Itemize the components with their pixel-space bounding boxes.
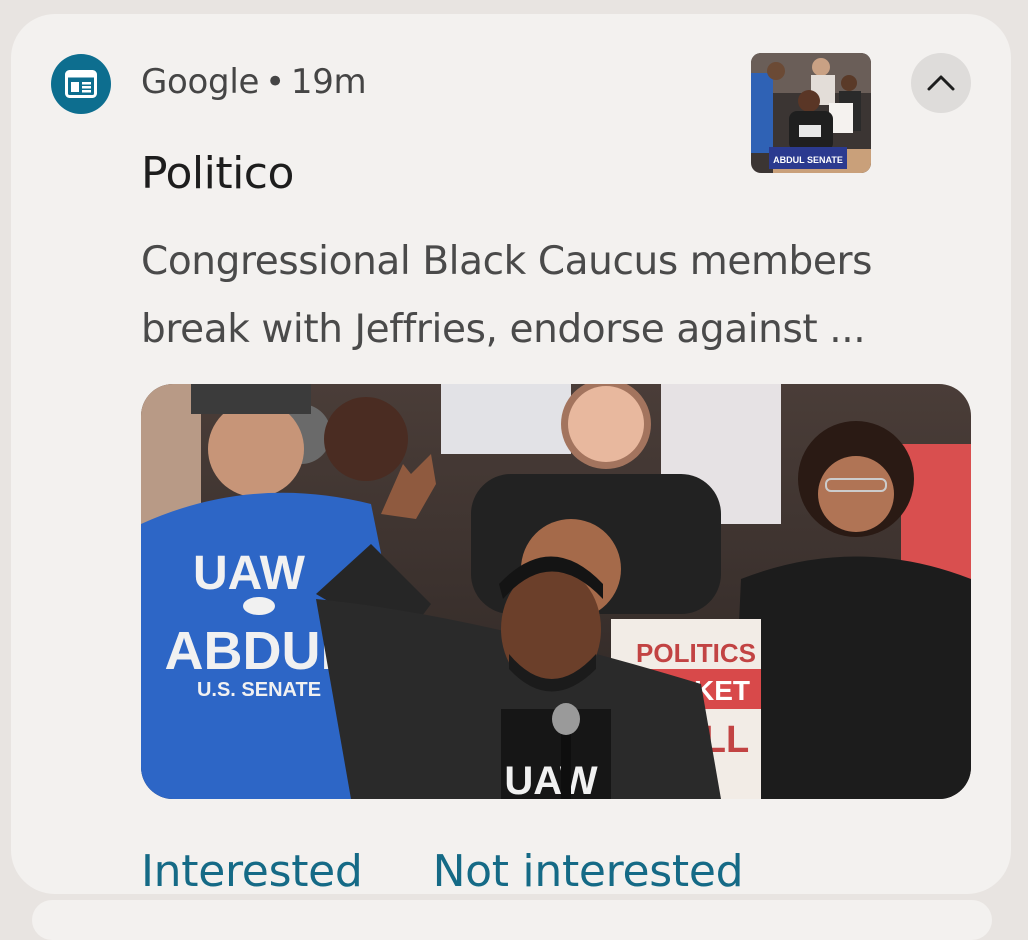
separator-dot: • bbox=[265, 62, 285, 102]
speaker-shirt-text: UAW bbox=[504, 759, 598, 799]
app-name: Google bbox=[141, 62, 260, 102]
news-icon bbox=[51, 54, 111, 114]
thumbnail-image: ABDUL SENATE bbox=[751, 53, 871, 173]
notification-card[interactable]: Google • 19m Politico Congressional Black … bbox=[11, 14, 1011, 894]
notification-actions: Interested Not interested bbox=[141, 846, 744, 894]
notification-header: Google • 19m bbox=[141, 62, 367, 102]
timestamp: 19m bbox=[290, 62, 367, 102]
shirt-text-3: U.S. SENATE bbox=[197, 679, 321, 701]
article-image[interactable]: UAW ABDUL U.S. SENATE POLITICS OCKET LL … bbox=[141, 384, 971, 799]
next-notification-card[interactable] bbox=[32, 900, 992, 940]
chevron-up-icon bbox=[927, 75, 955, 91]
shirt-text-1: UAW bbox=[193, 547, 306, 600]
notification-body: Congressional Black Caucus members break… bbox=[141, 239, 873, 352]
notification-title: Politico bbox=[141, 148, 294, 199]
collapse-button[interactable] bbox=[911, 53, 971, 113]
interested-button[interactable]: Interested bbox=[141, 846, 363, 894]
sign-text-1: POLITICS bbox=[636, 638, 756, 668]
thumb-banner-text: ABDUL SENATE bbox=[773, 155, 843, 165]
not-interested-button[interactable]: Not interested bbox=[433, 846, 744, 894]
